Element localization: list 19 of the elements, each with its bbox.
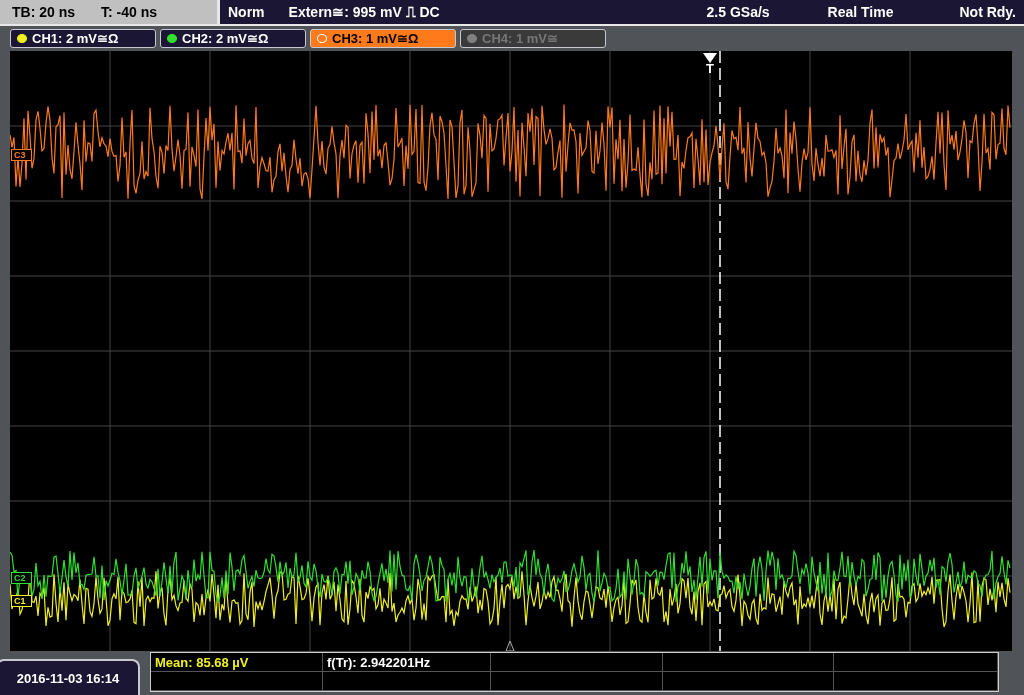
channel-marker: C1 <box>11 595 32 607</box>
channel-tab[interactable]: CH3: 1 mV≅Ω <box>310 28 456 48</box>
date-time-label: 2016-11-03 16:14 <box>0 659 140 695</box>
timebase-label: TB: 20 ns <box>12 4 75 20</box>
channel-tab[interactable]: CH1: 2 mV≅Ω <box>10 28 156 48</box>
trigger-triangle-icon <box>703 53 717 63</box>
acquisition-label: Real Time <box>827 4 894 20</box>
channel-marker: C2 <box>11 572 32 584</box>
sample-rate-label: 2.5 GSa/s <box>706 4 770 20</box>
center-triangle-icon <box>505 640 515 651</box>
trigger-mode-label: Norm <box>228 4 265 20</box>
trigger-time-label: T: -40 ns <box>101 4 158 20</box>
trigger-marker: T <box>706 63 714 74</box>
measurement-label: Mean: 85.68 µV <box>155 654 249 670</box>
channel-tab[interactable]: CH2: 2 mV≅Ω <box>160 28 306 48</box>
status-label: Not Rdy. <box>959 4 1016 20</box>
measurement-label: f(Tr): 2.942201Hz <box>327 654 431 670</box>
channel-marker: C3 <box>11 149 32 161</box>
trigger-source-label: Extern≅: 995 mV ⎍ DC <box>288 3 440 21</box>
